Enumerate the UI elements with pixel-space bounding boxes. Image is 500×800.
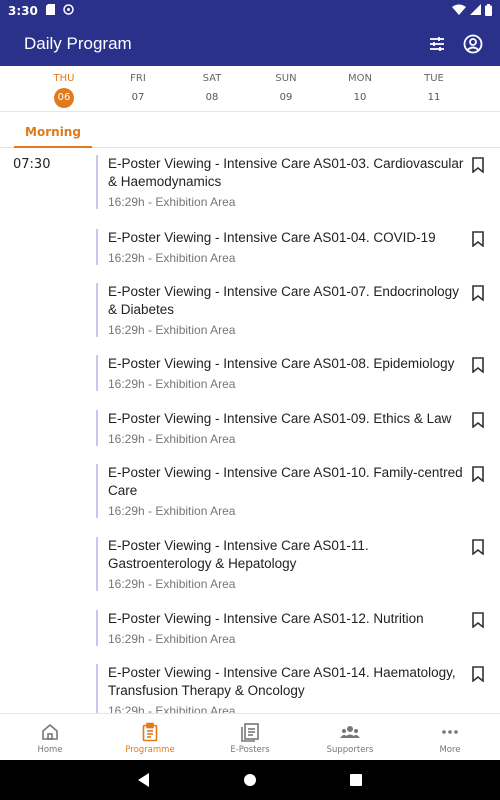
bottom-nav: Home Programme E-Posters Supporters More — [0, 713, 500, 760]
session-meta: 16:29h - Exhibition Area — [108, 251, 236, 265]
sliders-icon[interactable] — [426, 33, 448, 55]
home-circle-icon[interactable] — [240, 770, 260, 790]
session-meta: 16:29h - Exhibition Area — [108, 432, 236, 446]
session-item[interactable]: E-Poster Viewing - Intensive Care AS01-1… — [96, 537, 500, 591]
session-meta: 16:29h - Exhibition Area — [108, 577, 236, 591]
nav-home[interactable]: Home — [0, 714, 100, 761]
nav-supporters[interactable]: Supporters — [300, 714, 400, 761]
bookmark-icon[interactable] — [472, 466, 484, 483]
recents-icon[interactable] — [346, 770, 366, 790]
day-tab-tue[interactable]: TUE 11 — [414, 72, 454, 108]
day-name: FRI — [130, 73, 146, 84]
session-title: E-Poster Viewing - Intensive Care AS01-0… — [108, 284, 459, 317]
status-bar: 3:30 — [0, 0, 500, 22]
page-title: Daily Program — [24, 34, 132, 53]
day-number: 08 — [205, 92, 219, 103]
session-meta: 16:29h - Exhibition Area — [108, 323, 236, 337]
clipboard-icon — [140, 722, 160, 742]
bookmark-icon[interactable] — [472, 612, 484, 629]
day-tab-fri[interactable]: FRI 07 — [118, 72, 158, 108]
session-meta: 16:29h - Exhibition Area — [108, 704, 236, 713]
system-nav-bar — [0, 760, 500, 800]
session-item[interactable]: E-Poster Viewing - Intensive Care AS01-1… — [96, 610, 500, 646]
session-meta: 16:29h - Exhibition Area — [108, 195, 236, 209]
wifi-icon — [452, 4, 466, 18]
day-tab-mon[interactable]: MON 10 — [340, 72, 380, 108]
more-dots-icon — [440, 722, 460, 742]
nav-eposters[interactable]: E-Posters — [200, 714, 300, 761]
posters-icon — [240, 722, 260, 742]
session-list[interactable]: 07:30 E-Poster Viewing - Intensive Care … — [0, 149, 500, 713]
signal-icon — [470, 4, 481, 18]
app-bar: Daily Program — [0, 22, 500, 66]
nav-label: E-Posters — [230, 745, 270, 755]
session-item[interactable]: E-Poster Viewing - Intensive Care AS01-0… — [96, 155, 500, 209]
session-meta: 16:29h - Exhibition Area — [108, 504, 236, 518]
nav-programme[interactable]: Programme — [100, 714, 200, 761]
session-meta: 16:29h - Exhibition Area — [108, 377, 236, 391]
session-item[interactable]: E-Poster Viewing - Intensive Care AS01-0… — [96, 410, 500, 446]
time-slot-label: 07:30 — [13, 157, 51, 172]
session-title: E-Poster Viewing - Intensive Care AS01-1… — [108, 465, 463, 498]
day-name: THU — [53, 73, 75, 84]
bookmark-icon[interactable] — [472, 357, 484, 374]
session-item[interactable]: E-Poster Viewing - Intensive Care AS01-0… — [96, 355, 500, 391]
day-selector: THU 06 FRI 07 SAT 08 SUN 09 MON 10 TUE 1… — [0, 66, 500, 112]
day-number: 09 — [279, 92, 293, 103]
nav-more[interactable]: More — [400, 714, 500, 761]
sync-icon — [63, 4, 74, 18]
day-number: 10 — [353, 92, 367, 103]
bookmark-icon[interactable] — [472, 285, 484, 302]
battery-icon — [485, 3, 492, 19]
back-icon[interactable] — [134, 770, 154, 790]
bookmark-icon[interactable] — [472, 666, 484, 683]
bookmark-icon[interactable] — [472, 412, 484, 429]
people-icon — [340, 722, 360, 742]
nav-label: Home — [37, 745, 63, 755]
home-icon — [40, 722, 60, 742]
bookmark-icon[interactable] — [472, 157, 484, 174]
session-title: E-Poster Viewing - Intensive Care AS01-0… — [108, 156, 464, 189]
status-time: 3:30 — [8, 4, 38, 18]
session-title: E-Poster Viewing - Intensive Care AS01-0… — [108, 411, 452, 426]
session-title: E-Poster Viewing - Intensive Care AS01-0… — [108, 356, 455, 371]
day-name: MON — [348, 73, 372, 84]
session-item[interactable]: E-Poster Viewing - Intensive Care AS01-1… — [96, 664, 500, 713]
day-tab-sun[interactable]: SUN 09 — [266, 72, 306, 108]
bookmark-icon[interactable] — [472, 539, 484, 556]
account-circle-icon[interactable] — [462, 33, 484, 55]
session-meta: 16:29h - Exhibition Area — [108, 632, 236, 646]
nav-label: Supporters — [326, 745, 374, 755]
bookmark-icon[interactable] — [472, 231, 484, 248]
day-number: 06 — [54, 88, 74, 108]
session-item[interactable]: E-Poster Viewing - Intensive Care AS01-0… — [96, 229, 500, 265]
day-tab-sat[interactable]: SAT 08 — [192, 72, 232, 108]
tab-morning[interactable]: Morning — [14, 112, 92, 148]
day-name: TUE — [424, 73, 444, 84]
day-number: 07 — [131, 92, 145, 103]
nav-label: Programme — [125, 745, 175, 755]
day-name: SUN — [275, 73, 297, 84]
nav-label: More — [439, 745, 461, 755]
day-name: SAT — [202, 73, 222, 84]
session-item[interactable]: E-Poster Viewing - Intensive Care AS01-1… — [96, 464, 500, 518]
session-title: E-Poster Viewing - Intensive Care AS01-1… — [108, 538, 369, 571]
sd-card-icon — [45, 4, 55, 18]
session-item[interactable]: E-Poster Viewing - Intensive Care AS01-0… — [96, 283, 500, 337]
session-title: E-Poster Viewing - Intensive Care AS01-1… — [108, 665, 456, 698]
day-tab-thu[interactable]: THU 06 — [44, 72, 84, 108]
day-number: 11 — [427, 92, 441, 103]
session-title: E-Poster Viewing - Intensive Care AS01-1… — [108, 611, 424, 626]
period-tabs: Morning — [0, 112, 500, 148]
session-title: E-Poster Viewing - Intensive Care AS01-0… — [108, 230, 436, 245]
